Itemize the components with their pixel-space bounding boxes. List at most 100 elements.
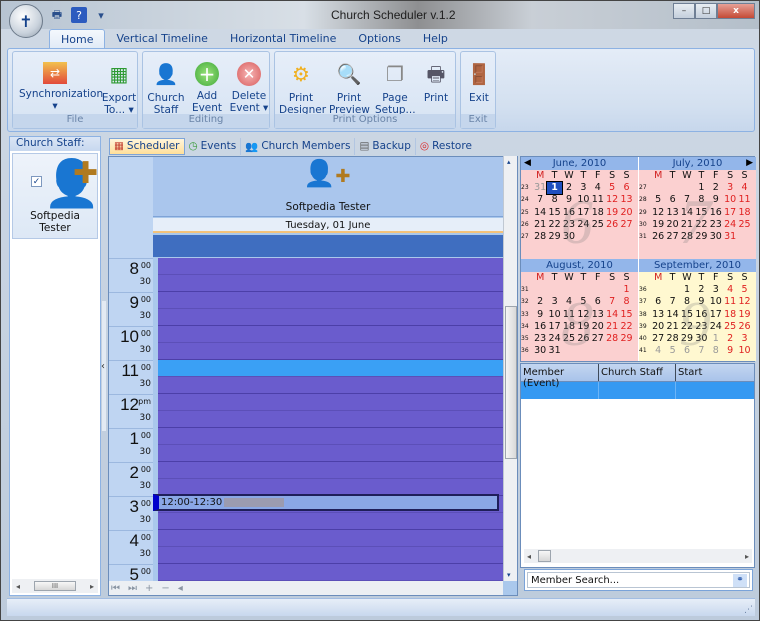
day-cell[interactable]: 18	[591, 207, 605, 219]
maximize-button[interactable]: □	[695, 3, 717, 19]
day-cell[interactable]: 26	[605, 219, 619, 231]
scroll-up-icon[interactable]: ▴	[507, 158, 511, 166]
day-cell[interactable]: 20	[651, 321, 665, 333]
day-cell[interactable]: 15	[694, 207, 708, 219]
time-slot[interactable]	[158, 530, 503, 547]
day-cell[interactable]: 3	[723, 182, 737, 194]
tab-horizontal-timeline[interactable]: Horizontal Timeline	[219, 29, 347, 49]
day-cell[interactable]: 12	[651, 207, 665, 219]
day-cell[interactable]: 21	[533, 219, 547, 231]
close-button[interactable]: x	[717, 3, 755, 19]
day-cell[interactable]: 4	[591, 182, 605, 194]
day-cell[interactable]: 9	[694, 296, 708, 308]
day-cell[interactable]: 9	[562, 194, 576, 206]
day-cell[interactable]: 29	[680, 333, 694, 345]
day-cell[interactable]: 12	[576, 309, 590, 321]
day-cell[interactable]: 27	[665, 231, 679, 243]
prev-month-icon[interactable]: ◀	[524, 157, 531, 170]
scroll-left-icon[interactable]: ◂	[16, 582, 20, 591]
print-preview-button[interactable]: 🔍 Print Preview	[329, 56, 370, 116]
day-cell[interactable]: 3	[576, 182, 590, 194]
first-icon[interactable]: ⏮	[111, 583, 120, 594]
day-cell[interactable]: 2	[694, 284, 708, 296]
day-cell[interactable]: 11	[723, 296, 737, 308]
day-cell[interactable]: 13	[591, 309, 605, 321]
day-cell[interactable]: 15	[547, 207, 561, 219]
member-search-input[interactable]: Member Search...	[531, 575, 619, 586]
day-cell[interactable]: 10	[709, 296, 723, 308]
day-cell[interactable]: 24	[709, 321, 723, 333]
last-icon[interactable]: ⏭	[128, 583, 137, 594]
print-button[interactable]: 🖶 Print	[419, 56, 453, 104]
time-slot[interactable]	[158, 445, 503, 462]
day-cell[interactable]: 28	[605, 333, 619, 345]
church-staff-button[interactable]: 👤 Church Staff	[147, 56, 185, 116]
day-cell[interactable]: 14	[665, 309, 679, 321]
delete-event-button[interactable]: ✕ Delete Event ▾	[229, 56, 269, 114]
tab-home[interactable]: Home	[49, 29, 106, 49]
day-cell[interactable]: 6	[680, 345, 694, 357]
day-cell[interactable]: 15	[680, 309, 694, 321]
selected-time-slot[interactable]	[158, 360, 503, 377]
day-cell[interactable]: 21	[680, 219, 694, 231]
day-cell[interactable]: 16	[694, 309, 708, 321]
day-cell[interactable]: 4	[651, 345, 665, 357]
day-cell[interactable]: 7	[665, 296, 679, 308]
day-cell[interactable]: 21	[665, 321, 679, 333]
tab-events[interactable]: ◷ Events	[185, 137, 242, 155]
day-cell[interactable]: 21	[605, 321, 619, 333]
day-cell[interactable]: 23	[562, 219, 576, 231]
day-cell[interactable]: 7	[694, 345, 708, 357]
appointment[interactable]: 12:00-12:30	[153, 494, 499, 511]
day-cell[interactable]: 10	[723, 194, 737, 206]
day-cell[interactable]: 7	[533, 194, 547, 206]
scheduler-vertical-scrollbar[interactable]: ▴ ▾	[503, 156, 517, 581]
time-slot[interactable]	[158, 343, 503, 360]
scroll-left-icon[interactable]: ◂	[178, 583, 183, 594]
day-cell[interactable]: 12	[737, 296, 751, 308]
day-cell[interactable]: 13	[651, 309, 665, 321]
day-cell[interactable]: 22	[694, 219, 708, 231]
day-cell[interactable]: 1	[619, 284, 633, 296]
column-start[interactable]: Start	[676, 364, 752, 381]
minimize-button[interactable]: –	[673, 3, 695, 19]
tab-backup[interactable]: ▤ Backup	[355, 137, 416, 155]
day-cell[interactable]: 25	[591, 219, 605, 231]
grid-row[interactable]	[521, 382, 754, 399]
day-cell[interactable]: 5	[665, 345, 679, 357]
day-cell[interactable]: 27	[619, 219, 633, 231]
print-designer-button[interactable]: ⚙ Print Designer	[279, 56, 326, 116]
day-cell[interactable]: 1	[694, 182, 708, 194]
day-cell[interactable]: 24	[547, 333, 561, 345]
day-cell[interactable]: 3	[709, 284, 723, 296]
day-cell[interactable]: 20	[591, 321, 605, 333]
day-cell[interactable]: 6	[591, 296, 605, 308]
day-cell[interactable]: 14	[680, 207, 694, 219]
day-cell[interactable]: 17	[709, 309, 723, 321]
day-cell[interactable]: 1	[680, 284, 694, 296]
day-cell[interactable]: 4	[737, 182, 751, 194]
day-cell[interactable]: 2	[709, 182, 723, 194]
scrollbar-thumb[interactable]	[505, 306, 517, 459]
day-cell[interactable]: 5	[576, 296, 590, 308]
staff-card[interactable]: ✓ 👤 ✚ Softpedia Tester	[12, 153, 100, 239]
time-slot[interactable]	[158, 547, 503, 564]
day-cell[interactable]: 4	[562, 296, 576, 308]
export-button[interactable]: ▦ Export To... ▾	[101, 56, 137, 116]
day-cell[interactable]: 14	[605, 309, 619, 321]
tab-help[interactable]: Help	[412, 29, 459, 49]
tab-options[interactable]: Options	[347, 29, 411, 49]
day-cell[interactable]: 1	[546, 180, 563, 196]
day-cell[interactable]: 23	[533, 333, 547, 345]
day-cell[interactable]: 16	[533, 321, 547, 333]
day-cell[interactable]: 19	[651, 219, 665, 231]
day-cell[interactable]: 9	[723, 345, 737, 357]
day-cell[interactable]: 27	[651, 333, 665, 345]
day-cell[interactable]: 10	[737, 345, 751, 357]
day-cell[interactable]: 30	[694, 333, 708, 345]
day-cell[interactable]: 2	[533, 296, 547, 308]
day-cell[interactable]: 4	[723, 284, 737, 296]
synchronization-button[interactable]: ⇄ Synchronization ▾	[19, 56, 103, 112]
day-cell[interactable]: 25	[562, 333, 576, 345]
day-cell[interactable]: 5	[651, 194, 665, 206]
